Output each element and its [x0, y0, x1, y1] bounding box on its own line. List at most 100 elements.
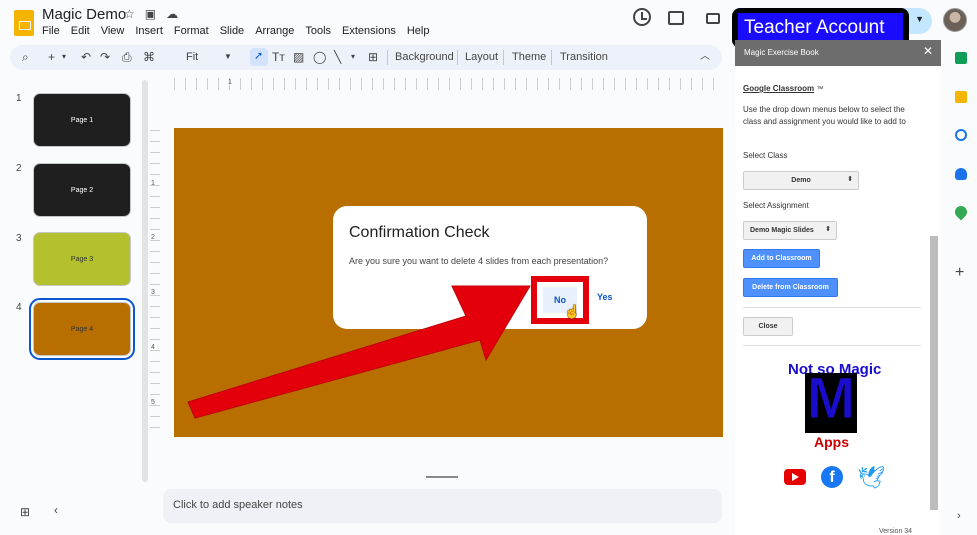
contacts-icon[interactable] — [955, 168, 967, 180]
delete-from-classroom-button[interactable]: Delete from Classroom — [743, 278, 838, 297]
avatar[interactable] — [943, 8, 967, 32]
slide-thumbnail-label: Page 1 — [70, 116, 94, 124]
menu-file[interactable]: File — [42, 25, 60, 37]
class-select-value: Demo — [791, 177, 811, 184]
menu-slide[interactable]: Slide — [220, 25, 244, 37]
slide-thumbnail-label: Page 4 — [70, 325, 94, 333]
menu-extensions[interactable]: Extensions — [342, 25, 396, 37]
document-title[interactable]: Magic Demo — [42, 6, 126, 23]
assignment-select[interactable]: Demo Magic Slides ⬍ — [743, 221, 837, 240]
text-box-icon[interactable]: Tт — [272, 49, 285, 65]
facebook-icon[interactable]: f — [821, 466, 843, 488]
menu-insert[interactable]: Insert — [135, 25, 163, 37]
insert-comment-icon[interactable]: ⊞ — [368, 49, 378, 65]
trademark: ™ — [816, 86, 824, 93]
meet-icon[interactable] — [706, 13, 720, 24]
image-icon[interactable]: ▨ — [293, 49, 304, 65]
filmstrip-scrollbar[interactable] — [142, 80, 148, 482]
logo-m-block: M — [805, 368, 857, 433]
shape-icon[interactable]: ◯ — [313, 49, 326, 65]
slide-number: 1 — [16, 93, 22, 104]
folder-icon[interactable]: ▣ — [145, 7, 156, 21]
speaker-notes[interactable]: Click to add speaker notes — [163, 489, 722, 523]
menu-bar: File Edit View Insert Format Slide Arran… — [42, 25, 429, 37]
toolbar-divider — [387, 50, 388, 65]
slide-thumbnail-1[interactable]: Page 1 — [33, 93, 131, 147]
menu-help[interactable]: Help — [407, 25, 430, 37]
panel-header: Magic Exercise Book ✕ — [735, 40, 941, 66]
toolbar-divider — [457, 50, 458, 65]
redo-icon[interactable]: ↷ — [100, 49, 110, 65]
slide-number: 4 — [16, 302, 22, 313]
vertical-ruler — [150, 130, 160, 436]
hand-cursor-icon: ☝ — [564, 304, 581, 319]
yes-button[interactable]: Yes — [597, 292, 613, 302]
close-button[interactable]: Close — [743, 317, 793, 336]
cloud-icon[interactable]: ☁ — [166, 7, 178, 21]
title-icons: ☆ ▣ ☁ — [124, 7, 178, 21]
class-select[interactable]: Demo ⬍ — [743, 171, 859, 190]
dialog-message: Are you sure you want to delete 4 slides… — [349, 256, 609, 266]
expand-rail-icon[interactable]: › — [957, 510, 961, 522]
add-on-plus-icon[interactable]: + — [955, 264, 964, 282]
twitter-icon[interactable]: 🕊 — [857, 465, 885, 491]
search-menus-icon[interactable]: ⌕ — [22, 49, 29, 65]
tasks-icon[interactable] — [955, 129, 967, 141]
logo-m-letter: M — [806, 366, 856, 431]
panel-intro: Use the drop down menus below to select … — [743, 105, 906, 126]
print-icon[interactable]: ⎙ — [122, 49, 132, 65]
background-button[interactable]: Background — [395, 51, 454, 63]
slide-number: 3 — [16, 233, 22, 244]
collapse-toolbar-icon[interactable]: ︿ — [700, 49, 710, 65]
panel-divider — [743, 307, 921, 308]
youtube-icon[interactable] — [784, 469, 806, 485]
menu-tools[interactable]: Tools — [305, 25, 331, 37]
toolbar-divider — [503, 50, 504, 65]
menu-edit[interactable]: Edit — [71, 25, 90, 37]
section-title: Google Classroom — [743, 84, 815, 93]
toolbar: ⌕ + ▾ ↶ ↷ ⎙ ⌘ Fit ▼ Tт ▨ ◯ ╲ ▾ ⊞ Backgro… — [10, 45, 722, 70]
select-arrow-icon: ⬍ — [847, 176, 853, 183]
line-icon[interactable]: ╲ — [334, 49, 341, 65]
close-icon[interactable]: ✕ — [923, 44, 933, 58]
ruler-number: 1 — [228, 79, 232, 86]
comments-icon[interactable] — [668, 11, 684, 25]
transition-button[interactable]: Transition — [560, 51, 608, 63]
keep-icon[interactable] — [955, 91, 967, 103]
star-icon[interactable]: ☆ — [124, 7, 135, 21]
menu-view[interactable]: View — [101, 25, 125, 37]
notes-resize-handle[interactable] — [426, 476, 458, 478]
side-rail — [946, 40, 977, 535]
ruler-number: 2 — [151, 234, 155, 241]
horizontal-ruler — [174, 78, 722, 90]
panel-divider — [743, 345, 921, 346]
new-slide-caret-icon[interactable]: ▾ — [62, 49, 66, 65]
teacher-account-text: Teacher Account — [738, 13, 903, 43]
new-slide-icon[interactable]: + — [48, 49, 55, 65]
line-caret-icon[interactable]: ▾ — [351, 49, 355, 65]
slide-thumbnail-3[interactable]: Page 3 — [33, 232, 131, 286]
grid-view-icon[interactable]: ⊞ — [20, 505, 30, 519]
select-tool-icon[interactable] — [250, 48, 268, 66]
slide-thumbnail-4[interactable]: Page 4 — [29, 298, 135, 360]
undo-icon[interactable]: ↶ — [81, 49, 91, 65]
zoom-caret-icon[interactable]: ▼ — [224, 49, 232, 65]
collapse-filmstrip-icon[interactable]: ‹ — [54, 503, 58, 517]
theme-button[interactable]: Theme — [512, 51, 546, 63]
slides-logo-icon[interactable] — [14, 10, 34, 36]
slide-thumbnail-2[interactable]: Page 2 — [33, 163, 131, 217]
sheets-icon[interactable] — [955, 52, 967, 64]
panel-title: Magic Exercise Book — [744, 48, 819, 57]
paint-format-icon[interactable]: ⌘ — [143, 49, 155, 65]
ruler-number: 4 — [151, 344, 155, 351]
zoom-select[interactable]: Fit — [186, 51, 198, 63]
share-caret-icon[interactable]: ▼ — [915, 14, 924, 24]
select-assignment-label: Select Assignment — [743, 201, 809, 210]
toolbar-divider — [551, 50, 552, 65]
menu-format[interactable]: Format — [174, 25, 209, 37]
add-to-classroom-button[interactable]: Add to Classroom — [743, 249, 820, 268]
menu-arrange[interactable]: Arrange — [255, 25, 294, 37]
layout-button[interactable]: Layout — [465, 51, 498, 63]
version-history-icon[interactable] — [633, 8, 651, 26]
panel-scrollbar[interactable] — [930, 236, 938, 510]
